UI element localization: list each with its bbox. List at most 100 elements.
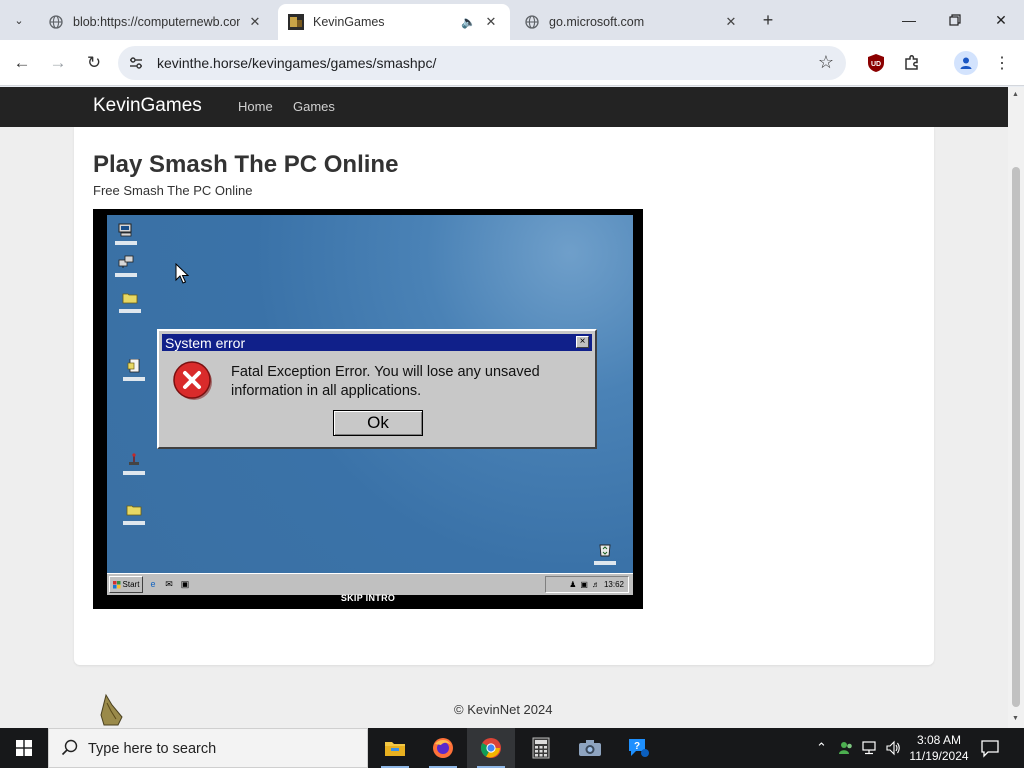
windows-logo-icon — [16, 740, 32, 756]
close-icon[interactable]: ✕ — [482, 13, 500, 31]
bookmark-star-icon[interactable]: ☆ — [818, 52, 834, 73]
person-icon — [960, 57, 972, 69]
notification-center-icon[interactable] — [980, 738, 1000, 758]
camera-icon[interactable] — [566, 728, 614, 768]
nav-home-link[interactable]: Home — [238, 99, 273, 114]
page-scrollbar[interactable]: ▲ ▼ — [1008, 87, 1024, 728]
site-info-icon[interactable] — [128, 55, 144, 71]
taskbar-search-box[interactable]: Type here to search — [48, 728, 368, 768]
ie-icon[interactable]: e — [147, 578, 159, 590]
close-icon[interactable]: ✕ — [246, 13, 264, 31]
ok-button[interactable]: Ok — [333, 410, 423, 436]
calculator-icon[interactable] — [517, 728, 565, 768]
url-text: kevinthe.horse/kevingames/games/smashpc/ — [157, 55, 437, 71]
clock-date: 11/19/2024 — [909, 749, 969, 763]
search-icon — [61, 739, 79, 762]
chrome-icon[interactable] — [467, 728, 515, 768]
site-navbar: KevinGames Home Games — [0, 87, 1008, 127]
my-computer-icon[interactable] — [115, 223, 137, 253]
tab-search-button[interactable]: ⌄ — [6, 7, 32, 33]
arrow-right-icon: → — [49, 53, 67, 72]
win98-taskbar: Start e ✉ ▣ ♟ ▣ ♬ 13:62 — [107, 573, 633, 595]
win98-tray: ♟ ▣ ♬ 13:62 — [545, 576, 629, 593]
scroll-up-icon[interactable]: ▲ — [1012, 91, 1019, 98]
chevron-down-icon: ⌄ — [14, 14, 24, 27]
tab-kevingames[interactable]: KevinGames 🔈 ✕ — [278, 4, 510, 40]
address-bar[interactable]: kevinthe.horse/kevingames/games/smashpc/… — [118, 46, 846, 80]
file-explorer-icon[interactable] — [371, 728, 419, 768]
monitor-icon[interactable]: ▣ — [580, 580, 588, 589]
firefox-icon[interactable] — [419, 728, 467, 768]
mouse-cursor-icon — [175, 263, 189, 284]
clock-time: 3:08 AM — [916, 733, 962, 747]
chevron-up-icon[interactable]: ⌃ — [816, 740, 827, 756]
close-icon[interactable]: ✕ — [722, 13, 740, 31]
page-subtitle: Free Smash The PC Online — [93, 183, 253, 198]
help-icon[interactable]: ? — [615, 728, 663, 768]
windows-taskbar: Type here to search ? ⌃ 3:08 AM 11/19/20… — [0, 728, 1024, 768]
close-icon: ✕ — [995, 11, 1007, 28]
folder-icon[interactable] — [119, 291, 141, 321]
kevingames-icon — [288, 14, 304, 30]
site-brand[interactable]: KevinGames — [93, 95, 202, 117]
page-viewport: KevinGames Home Games Play Smash The PC … — [0, 87, 1008, 728]
ublock-origin-icon[interactable]: UD — [866, 53, 886, 73]
close-window-button[interactable]: ✕ — [978, 0, 1024, 40]
folder-icon[interactable] — [123, 503, 145, 533]
start-label: Start — [122, 580, 140, 589]
game-frame[interactable]: System error × Fatal Exception Error. Yo… — [93, 209, 643, 609]
skip-intro-button[interactable]: SKIP INTRO — [93, 593, 643, 603]
kevinnet-logo — [100, 693, 123, 726]
win98-start-button[interactable]: Start — [109, 576, 143, 593]
plus-icon: + — [762, 9, 774, 30]
nav-games-link[interactable]: Games — [293, 99, 335, 114]
people-tray-icon[interactable] — [838, 740, 854, 759]
minimize-button[interactable]: — — [886, 0, 932, 40]
win98-desktop[interactable]: System error × Fatal Exception Error. Yo… — [107, 215, 633, 595]
taskbar-clock[interactable]: 3:08 AM 11/19/2024 — [908, 732, 970, 764]
restore-icon — [949, 14, 961, 26]
user-icon[interactable]: ♟ — [569, 580, 576, 589]
document-icon[interactable] — [123, 359, 145, 389]
outlook-icon[interactable]: ✉ — [163, 578, 175, 590]
dialog-close-button[interactable]: × — [576, 336, 589, 348]
reload-button[interactable]: ↻ — [82, 51, 106, 75]
svg-text:UD: UD — [871, 61, 881, 68]
forward-button[interactable]: → — [46, 51, 70, 75]
arrow-left-icon: ← — [13, 53, 31, 72]
volume-icon[interactable] — [885, 740, 901, 759]
content-card: Play Smash The PC Online Free Smash The … — [74, 127, 934, 665]
dialog-title: System error — [165, 335, 246, 351]
network-icon[interactable] — [862, 740, 878, 759]
extensions-puzzle-icon[interactable] — [902, 53, 922, 73]
scrollbar-thumb[interactable] — [1012, 167, 1020, 707]
tab-title: go.microsoft.com — [549, 15, 645, 29]
restore-button[interactable] — [932, 0, 978, 40]
tab-blob[interactable]: blob:https://computernewb.com ✕ — [38, 4, 274, 40]
globe-icon — [524, 14, 540, 30]
error-x-icon — [173, 361, 212, 400]
menu-kebab-icon[interactable]: ⋮ — [992, 53, 1012, 73]
new-tab-button[interactable]: + — [757, 9, 779, 31]
speaker-icon[interactable]: ♬ — [592, 580, 600, 589]
browser-toolbar: ← → ↻ kevinthe.horse/kevingames/games/sm… — [0, 40, 1024, 86]
tab-title: KevinGames — [313, 15, 385, 29]
scroll-down-icon[interactable]: ▼ — [1012, 715, 1019, 722]
joystick-icon[interactable] — [123, 453, 145, 483]
globe-icon — [48, 14, 64, 30]
win98-clock: 13:62 — [603, 580, 624, 589]
profile-avatar[interactable] — [954, 51, 978, 75]
dialog-message: Fatal Exception Error. You will lose any… — [231, 364, 540, 399]
windows-start-button[interactable] — [0, 728, 48, 768]
footer-copyright: © KevinNet 2024 — [454, 702, 553, 717]
system-error-dialog[interactable]: System error × Fatal Exception Error. Yo… — [157, 329, 597, 449]
tab-go-microsoft[interactable]: go.microsoft.com ✕ — [514, 4, 750, 40]
dialog-titlebar[interactable]: System error × — [162, 334, 592, 351]
network-neighborhood-icon[interactable] — [115, 255, 137, 285]
recycle-bin-icon[interactable] — [594, 543, 616, 573]
channels-icon[interactable]: ▣ — [179, 578, 191, 590]
page-title: Play Smash The PC Online — [93, 151, 399, 178]
tab-title: blob:https://computernewb.com — [73, 15, 240, 29]
speaker-icon[interactable]: 🔈 — [461, 15, 476, 29]
back-button[interactable]: ← — [10, 51, 34, 75]
